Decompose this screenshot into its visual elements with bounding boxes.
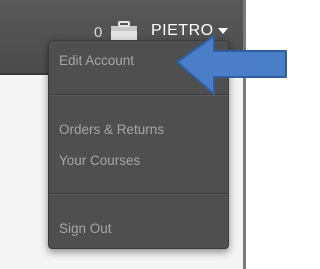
menu-divider [49,193,228,195]
menu-item-your-courses[interactable]: Your Courses [59,153,140,168]
menu-item-orders-returns[interactable]: Orders & Returns [59,122,164,137]
menu-item-edit-account[interactable]: Edit Account [59,53,134,68]
pointer-arrow-icon [176,35,287,95]
cart-count[interactable]: 0 [94,24,102,41]
menu-item-sign-out[interactable]: Sign Out [59,221,112,236]
